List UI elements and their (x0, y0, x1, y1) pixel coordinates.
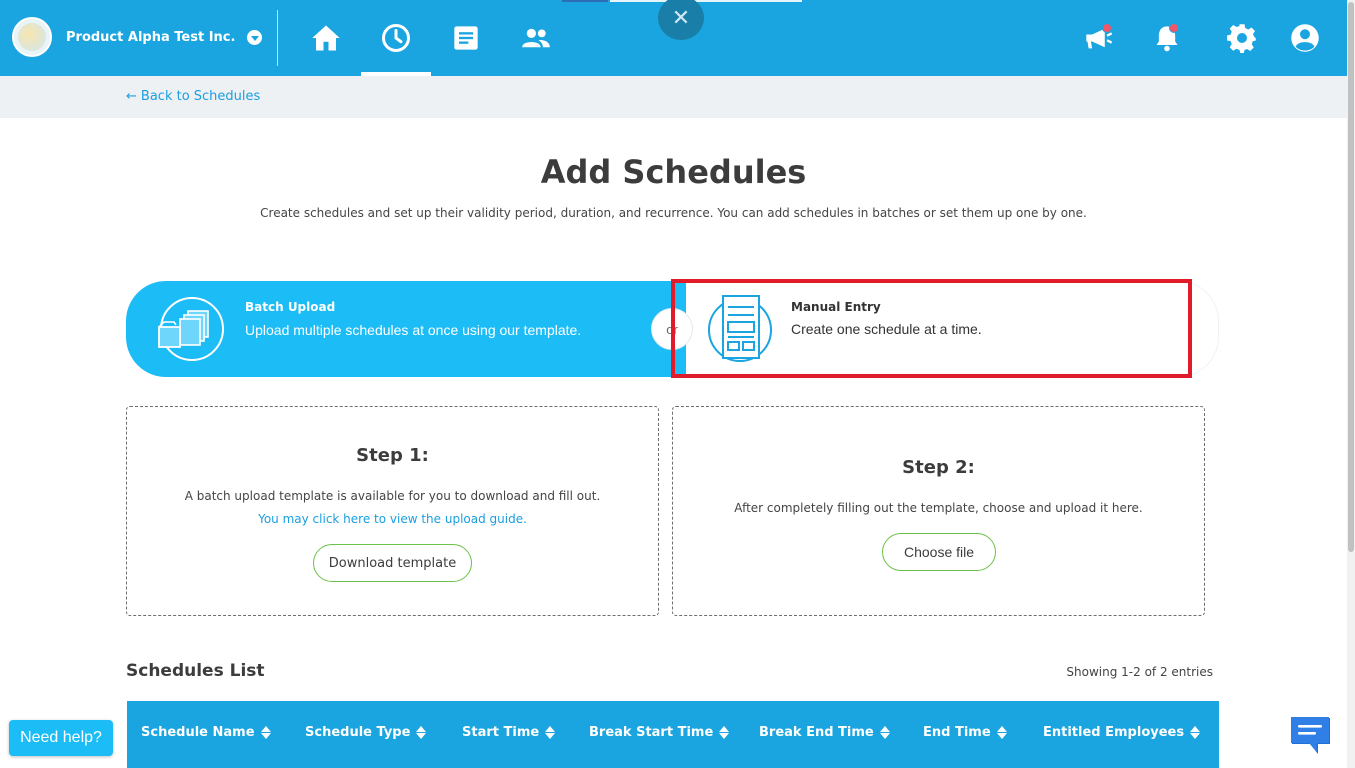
highlight-box (671, 279, 1192, 378)
arrow-left-icon: ← (126, 89, 137, 104)
column-header[interactable]: Schedule Type (305, 725, 427, 740)
gear-icon (1227, 24, 1256, 53)
batch-upload-option[interactable]: Batch Upload Upload multiple schedules a… (126, 281, 686, 377)
step-1-card: Step 1: A batch upload template is avail… (126, 406, 659, 616)
batch-upload-title: Batch Upload (245, 300, 336, 314)
sort-icon (260, 726, 271, 739)
column-label: Break End Time (759, 725, 874, 740)
step-2-card: Step 2: After completely filling out the… (672, 406, 1205, 616)
people-icon (522, 28, 550, 48)
back-to-schedules-link[interactable]: ← Back to Schedules (126, 89, 260, 104)
close-icon: ✕ (671, 5, 691, 30)
chat-button[interactable] (1288, 714, 1334, 756)
nav-schedules[interactable] (378, 20, 414, 56)
nav-employees[interactable] (518, 20, 554, 56)
page-description: Create schedules and set up their validi… (260, 206, 1087, 220)
column-label: Schedule Type (305, 725, 411, 740)
sort-icon (545, 726, 556, 739)
company-logo (12, 17, 52, 57)
column-header[interactable]: Break Start Time (589, 725, 730, 740)
column-label: End Time (923, 725, 991, 740)
need-help-button[interactable]: Need help? (9, 720, 113, 756)
chevron-down-icon[interactable] (247, 29, 263, 45)
sort-icon (996, 726, 1007, 739)
column-header[interactable]: Schedule Name (141, 725, 271, 740)
sort-icon (416, 726, 427, 739)
upload-guide-link[interactable]: You may click here to view the upload gu… (127, 512, 658, 526)
step-2-title: Step 2: (902, 457, 975, 478)
notification-badge (1169, 23, 1179, 33)
column-label: Schedule Name (141, 725, 255, 740)
user-icon (1291, 24, 1319, 52)
top-accent-strip-light (610, 0, 802, 2)
home-icon (312, 25, 340, 51)
profile-button[interactable] (1287, 20, 1323, 56)
settings-button[interactable] (1224, 20, 1260, 56)
header-divider (277, 10, 278, 66)
notifications-button[interactable] (1149, 20, 1185, 56)
document-icon (454, 26, 478, 50)
sort-icon (1190, 726, 1201, 739)
nav-reports[interactable] (448, 20, 484, 56)
column-label: Entitled Employees (1043, 725, 1185, 740)
column-label: Start Time (462, 725, 540, 740)
top-accent-strip (562, 0, 608, 2)
step-1-title: Step 1: (356, 445, 429, 466)
company-name: Product Alpha Test Inc. (66, 29, 236, 45)
page-title: Add Schedules (540, 153, 807, 191)
back-link-label: Back to Schedules (140, 89, 261, 104)
clock-icon (382, 24, 410, 52)
column-header[interactable]: Start Time (462, 725, 556, 740)
column-header[interactable]: Entitled Employees (1043, 725, 1201, 740)
schedules-list-title: Schedules List (126, 661, 265, 681)
download-template-button[interactable]: Download template (313, 544, 472, 582)
step-2-text: After completely filling out the templat… (734, 501, 1143, 515)
company-switcher[interactable]: Product Alpha Test Inc. (12, 17, 263, 57)
schedules-table-header: Schedule Name Schedule Type Start Time B… (127, 701, 1219, 768)
sort-icon (719, 726, 730, 739)
column-header[interactable]: End Time (923, 725, 1007, 740)
scrollbar[interactable] (1347, 0, 1355, 768)
batch-upload-desc: Upload multiple schedules at once using … (245, 322, 582, 338)
nav-home[interactable] (308, 20, 344, 56)
scrollbar-thumb[interactable] (1348, 2, 1354, 552)
column-label: Break Start Time (589, 725, 714, 740)
column-header[interactable]: Break End Time (759, 725, 890, 740)
entries-count: Showing 1-2 of 2 entries (1066, 665, 1213, 679)
sort-icon (879, 726, 890, 739)
choose-file-button[interactable]: Choose file (882, 533, 996, 571)
announcement-badge (1102, 23, 1112, 33)
chat-icon (1291, 717, 1330, 754)
announcements-button[interactable] (1081, 20, 1117, 56)
step-1-text: A batch upload template is available for… (184, 489, 601, 503)
batch-upload-icon (156, 295, 228, 368)
